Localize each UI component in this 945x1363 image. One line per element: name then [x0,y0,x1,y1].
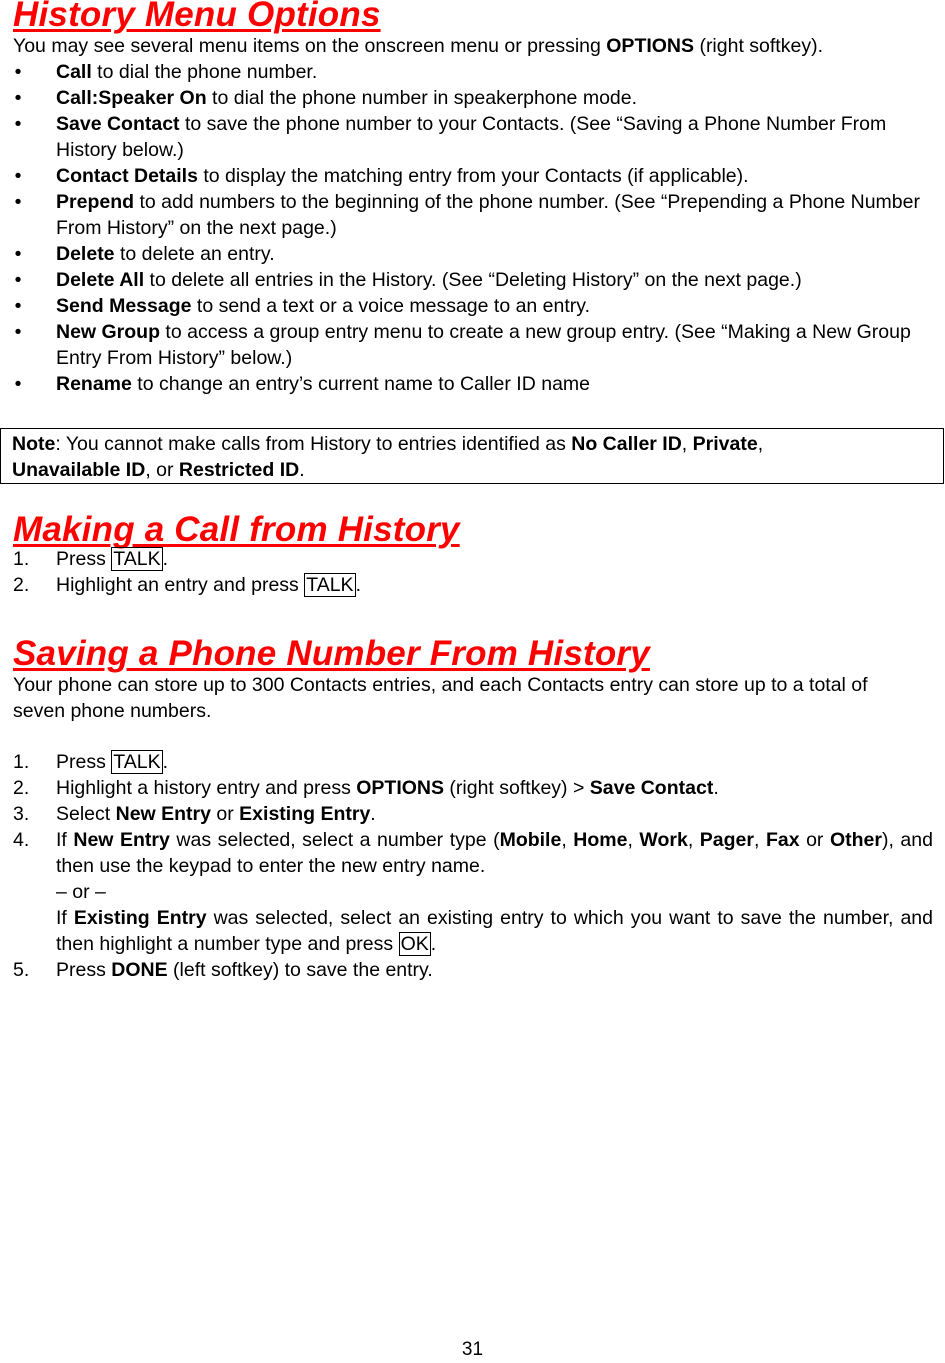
section-title-making-call: Making a Call from History [13,510,460,549]
or-separator: – or – [56,881,106,903]
menu-option-description: to send a text or a voice message to an … [191,295,591,317]
menu-option-description: to save the phone number to your Contact… [56,113,887,161]
menu-option-item: • Send Message to send a text or a voice … [13,293,933,319]
bullet-icon: • [14,373,22,395]
step-item: 3. Select New Entry or Existing Entry. [13,803,376,825]
menu-option-item: • Save Contact to save the phone number t… [13,111,933,163]
saving-section: Saving a Phone Number From History Your … [13,636,933,983]
ok-key: OK [398,932,431,956]
section-title-history-menu-options: History Menu Options [13,0,381,34]
making-call-section: Making a Call from History 1. Press TALK.… [13,512,933,598]
menu-option-description: to change an entry’s current name to Cal… [131,373,591,395]
talk-key: TALK [111,547,163,571]
menu-option-name: Call:Speaker On [56,87,207,109]
bullet-icon: • [14,61,22,83]
step-item: 4. If New Entry was selected, select a nu… [13,829,933,956]
step-item: 2. Highlight an entry and press TALK. [13,573,361,597]
bullet-icon: • [14,113,22,135]
menu-option-name: Delete All [56,269,145,291]
menu-option-description: to access a group entry menu to create a… [56,321,911,369]
menu-option-name: Contact Details [56,165,198,187]
menu-option-item: • Prepend to add numbers to the beginning… [13,189,933,241]
saving-steps: 1. Press TALK. 2. Highlight a history entr… [13,749,933,983]
menu-option-item: • Rename to change an entry’s current nam… [13,371,933,397]
step-item: 5. Press DONE (left softkey) to save the … [13,959,433,981]
menu-option-item: • New Group to access a group entry menu … [13,319,933,371]
menu-option-item: • Contact Details to display the matching… [13,163,933,189]
menu-option-description: to dial the phone number in speakerphone… [206,87,638,109]
menu-option-item: • Delete All to delete all entries in the… [13,267,933,293]
saving-intro: Your phone can store up to 300 Contacts … [13,674,868,722]
menu-option-description: to dial the phone number. [91,61,318,83]
step-item: 1. Press TALK. [13,750,169,774]
page-number: 31 [461,1339,484,1360]
menu-option-name: Call [56,61,92,83]
menu-option-description: to display the matching entry from your … [197,165,749,187]
step-item: 1. Press TALK. [13,547,169,571]
menu-option-name: Send Message [56,295,192,317]
bullet-icon: • [14,87,22,109]
menu-option-name: Delete [56,243,115,265]
menu-option-description: to delete all entries in the History. (S… [144,269,802,291]
menu-option-description: to add numbers to the beginning of the p… [56,191,920,239]
menu-option-item: • Delete to delete an entry. [13,241,933,267]
talk-key: TALK [111,750,163,774]
menu-option-name: Prepend [56,191,135,213]
bullet-icon: • [14,243,22,265]
existing-entry-instruction: If Existing Entry was selected, select a… [56,907,933,956]
history-menu-section: History Menu Options You may see several… [13,0,933,397]
menu-option-item: • Call:Speaker On to dial the phone numbe… [13,85,933,111]
bullet-icon: • [14,269,22,291]
talk-key: TALK [304,573,356,597]
menu-option-item: • Call to dial the phone number. [13,59,933,85]
making-call-steps: 1. Press TALK. 2. Highlight an entry and p… [13,546,933,598]
bullet-icon: • [14,321,22,343]
section-title-saving-phone-number: Saving a Phone Number From History [13,634,650,673]
bullet-icon: • [14,295,22,317]
bullet-icon: • [14,191,22,213]
history-menu-intro: You may see several menu items on the on… [13,35,823,57]
menu-option-name: New Group [56,321,161,343]
bullet-icon: • [14,165,22,187]
step-item: 2. Highlight a history entry and press OP… [13,777,719,799]
menu-option-description: to delete an entry. [114,243,275,265]
menu-option-name: Rename [56,373,132,395]
menu-option-name: Save Contact [56,113,180,135]
note-box: Note: You cannot make calls from History… [0,428,944,484]
history-menu-options-list: • Call to dial the phone number. • Call:Spe… [13,59,933,397]
